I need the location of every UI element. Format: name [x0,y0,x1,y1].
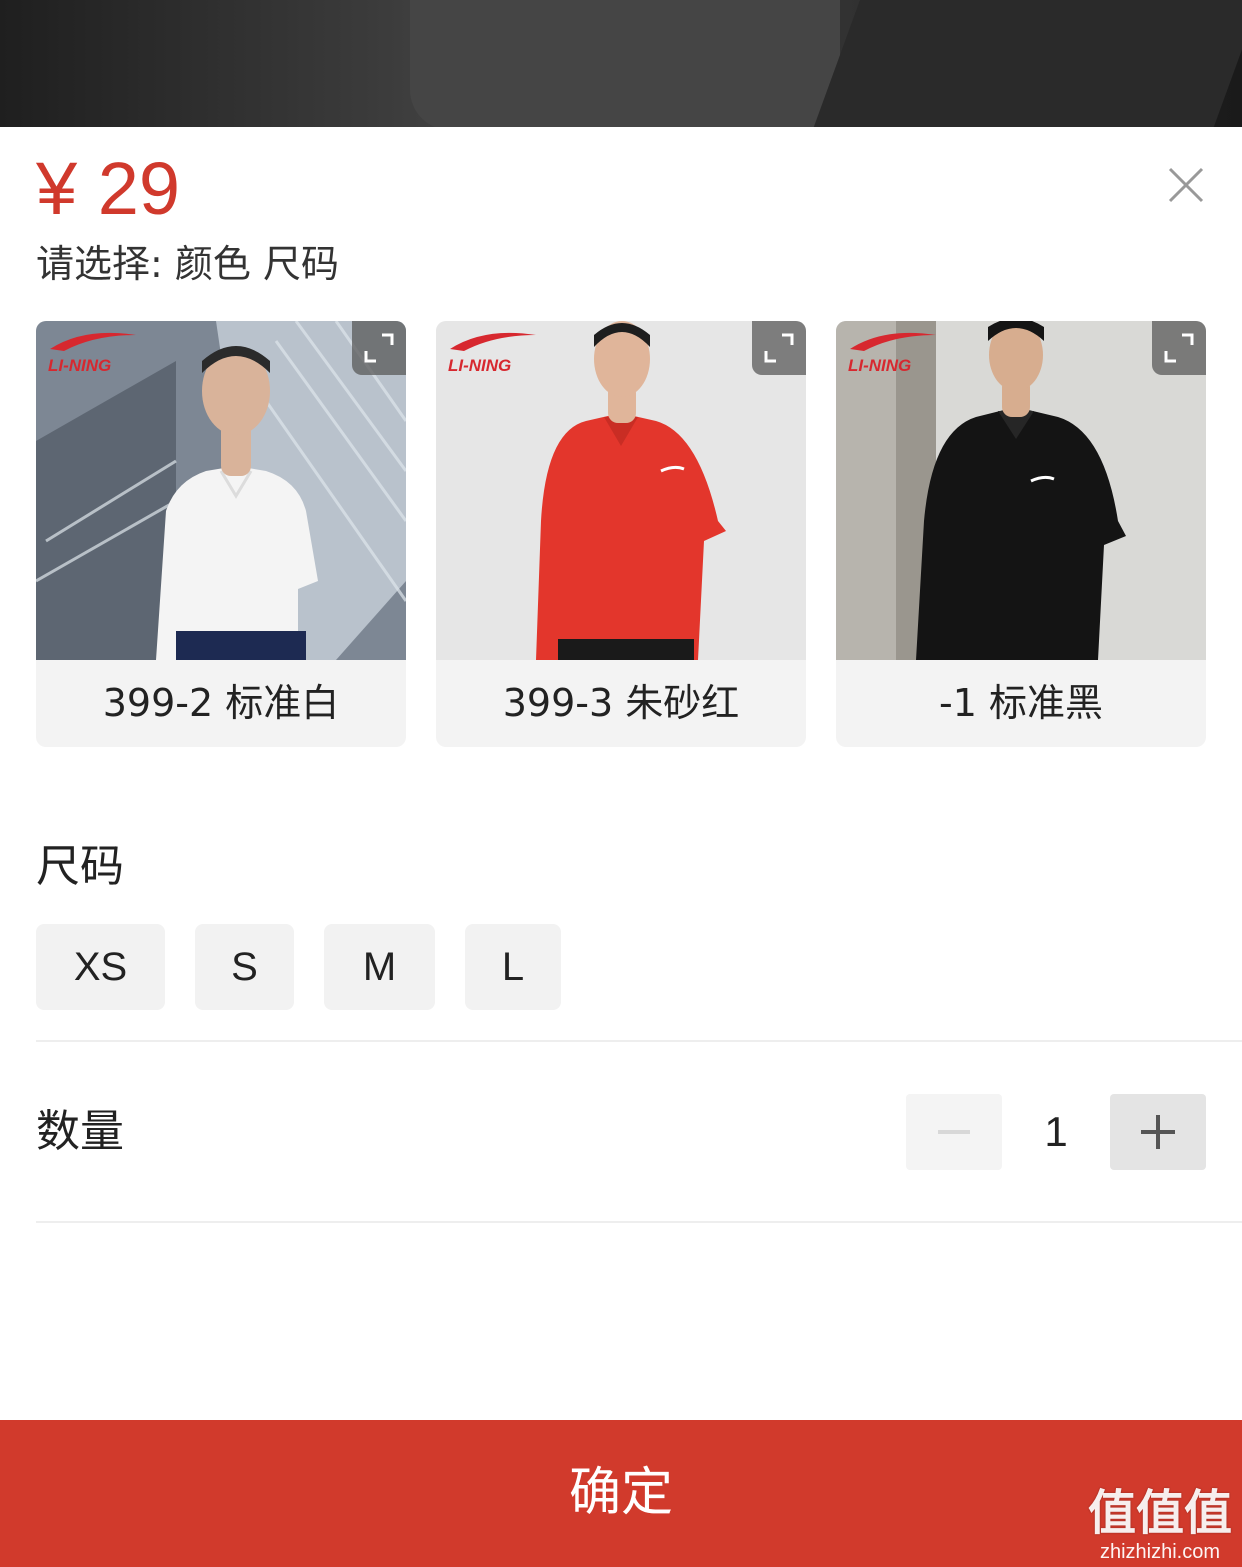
color-option-black[interactable]: LI-NING -1 标准黑 [836,321,1206,747]
product-image-backdrop [0,0,1242,127]
watermark: 值值值 zhizhizhi.com [1088,1485,1232,1563]
expand-image-button[interactable] [1152,321,1206,375]
price: ¥ 29 [36,147,181,230]
svg-text:LI-NING: LI-NING [848,356,911,375]
minus-icon [938,1130,970,1134]
color-options: LI-NING 399-2 标准白 LI-NING 399-3 朱砂红 LI-N… [36,321,1206,747]
expand-image-button[interactable] [752,321,806,375]
svg-text:LI-NING: LI-NING [48,356,111,375]
color-option-white[interactable]: LI-NING 399-2 标准白 [36,321,406,747]
quantity-increase-button[interactable] [1110,1094,1206,1170]
size-option-s[interactable]: S [195,924,294,1010]
quantity-section-title: 数量 [36,1106,124,1157]
color-option-label: 399-2 标准白 [102,681,340,725]
color-option-red[interactable]: LI-NING 399-3 朱砂红 [436,321,806,747]
quantity-decrease-button[interactable] [906,1094,1002,1170]
size-option-m[interactable]: M [324,924,435,1010]
confirm-button[interactable]: 确定 [0,1420,1242,1567]
divider [36,1040,1242,1042]
watermark-domain: zhizhizhi.com [1099,1541,1221,1563]
color-option-label: 399-3 朱砂红 [502,681,740,725]
plus-icon [1141,1115,1175,1149]
backdrop-shape [410,0,840,127]
size-options: XS S M L [36,924,636,1010]
expand-icon [764,333,794,363]
expand-image-button[interactable] [352,321,406,375]
backdrop-shape [812,0,1242,127]
divider [36,1221,1242,1223]
color-option-label: -1 标准黑 [939,681,1103,725]
svg-text:LI-NING: LI-NING [448,356,511,375]
select-prompt: 请选择: 颜色 尺码 [36,242,339,286]
expand-icon [1164,333,1194,363]
expand-icon [364,333,394,363]
size-section-title: 尺码 [36,841,124,892]
size-option-xs[interactable]: XS [36,924,165,1010]
close-button[interactable] [1160,159,1212,211]
size-option-l[interactable]: L [465,924,561,1010]
quantity-value[interactable]: 1 [1006,1094,1106,1170]
sku-selector-sheet: ¥ 29 请选择: 颜色 尺码 LI-NING 399-2 标准白 LI-NIN… [0,127,1242,1567]
brand-logo: LI-NING [48,332,136,375]
brand-logo: LI-NING [848,332,936,375]
brand-logo: LI-NING [448,332,536,375]
watermark-text: 值值值 [1087,1485,1232,1541]
close-icon [1168,167,1204,203]
